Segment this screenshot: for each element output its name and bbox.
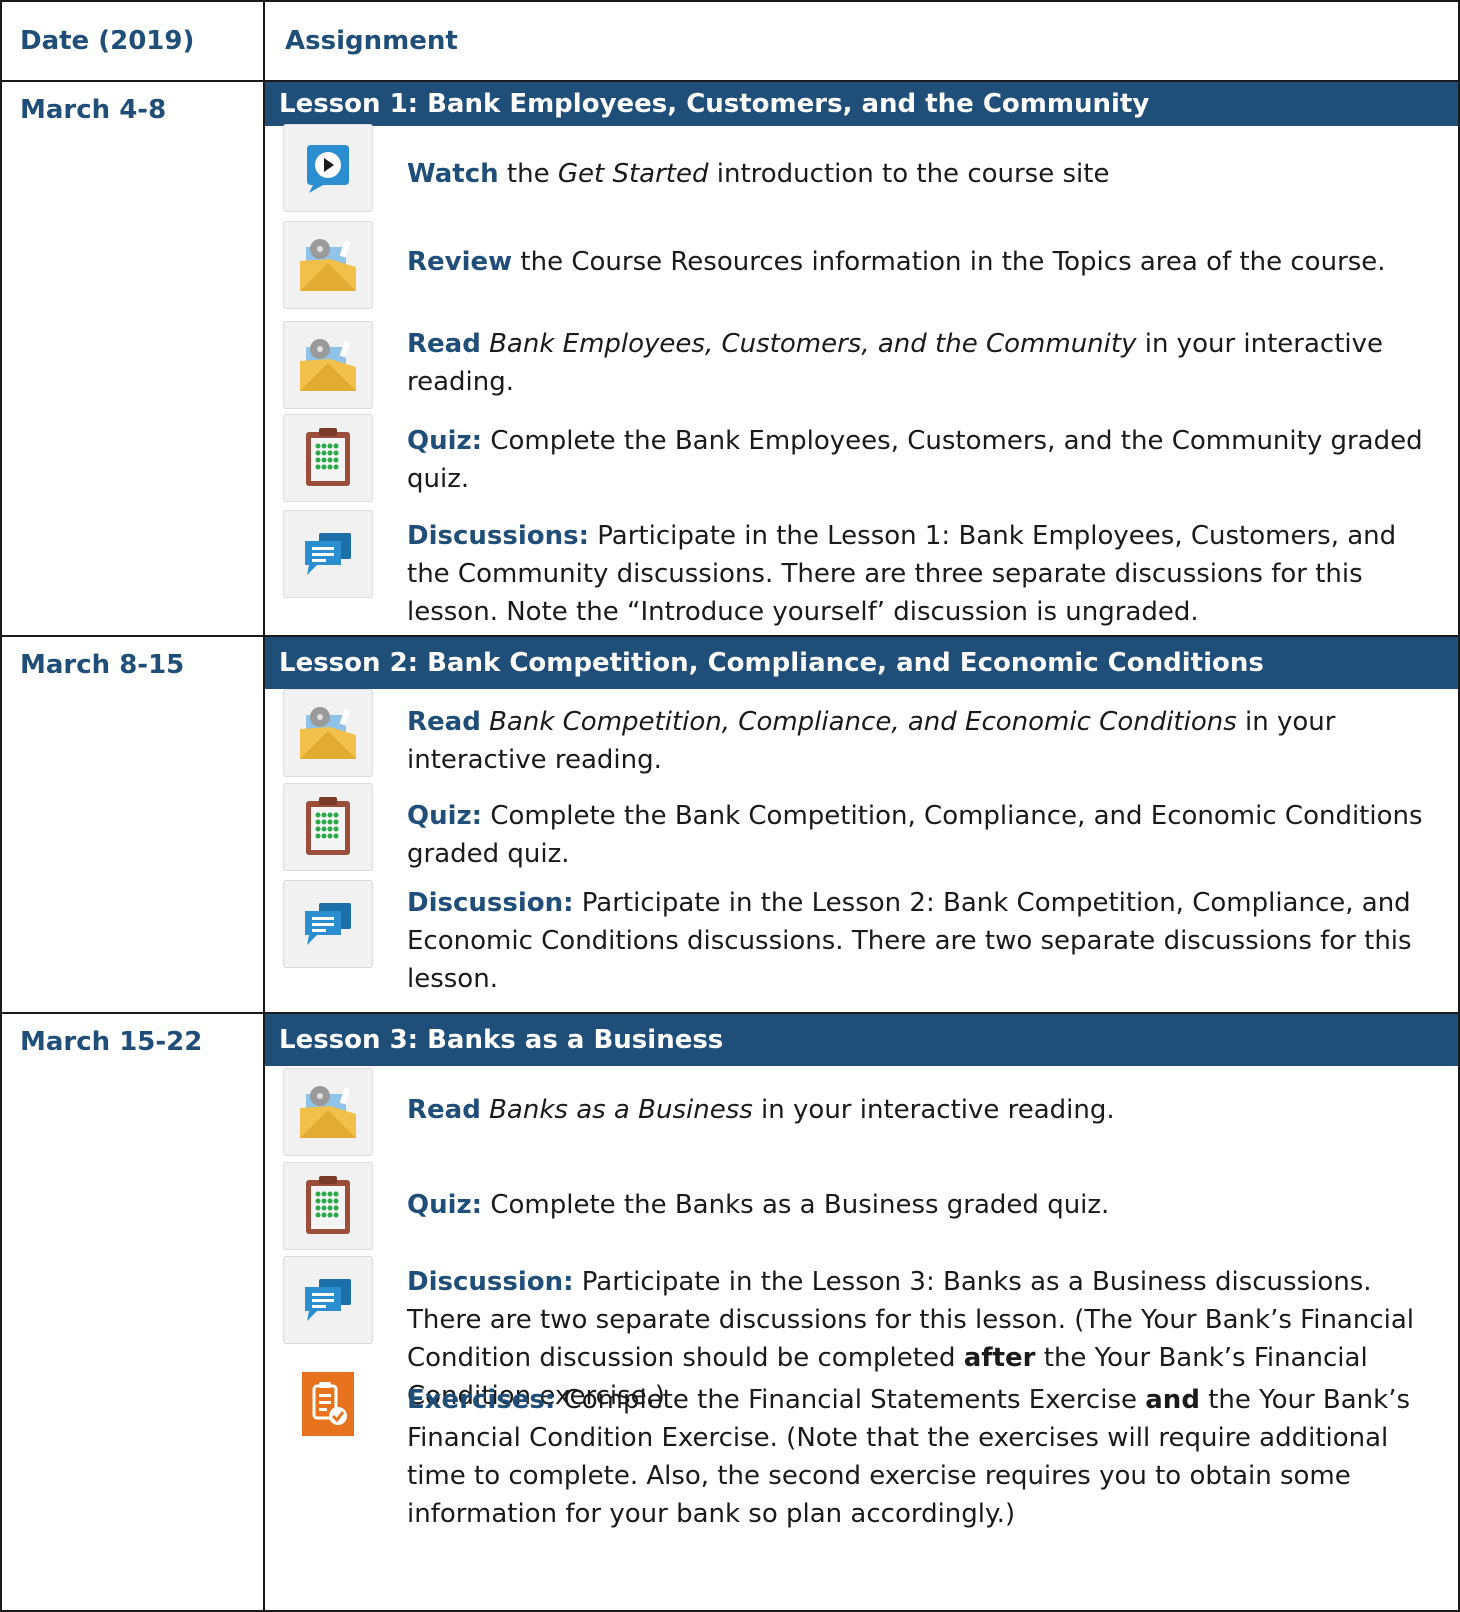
folder-icon: [283, 689, 373, 777]
assignment-task: Exercises: Complete the Financial Statem…: [407, 1381, 1442, 1533]
folder-icon: [283, 221, 373, 309]
task-action-verb: Read: [407, 329, 481, 359]
assignment-task: Read Bank Competition, Compliance, and E…: [407, 703, 1442, 779]
assignment-task: Watch the Get Started introduction to th…: [407, 155, 1442, 193]
task-action-verb: Discussions:: [407, 521, 589, 551]
task-reading-title: Banks as a Business: [489, 1095, 753, 1125]
task-text: Complete the Financial Statements Exerci…: [555, 1385, 1146, 1415]
task-text: [481, 329, 489, 359]
task-action-verb: Watch: [407, 159, 499, 189]
task-text: the: [498, 159, 558, 189]
exercise-checklist-icon: [283, 1360, 373, 1448]
quiz-clipboard-icon: [283, 783, 373, 871]
folder-icon: [283, 321, 373, 409]
quiz-clipboard-icon: [283, 1162, 373, 1250]
task-action-verb: Review: [407, 247, 513, 277]
task-reading-title: Get Started: [557, 159, 709, 189]
task-action-verb: Read: [407, 707, 481, 737]
column-divider: [263, 2, 265, 1610]
video-icon: [283, 124, 373, 212]
task-text: Complete the Bank Competition, Complianc…: [407, 801, 1423, 869]
lesson-title: Lesson 3: Banks as a Business: [279, 1025, 724, 1055]
assignment-task: Quiz: Complete the Banks as a Business g…: [407, 1186, 1442, 1224]
task-text: introduction to the course site: [708, 159, 1110, 189]
task-action-verb: Quiz:: [407, 426, 483, 456]
lesson-title-bar: Lesson 3: Banks as a Business: [265, 1014, 1458, 1066]
assignment-task: Review the Course Resources information …: [407, 243, 1442, 281]
lesson-date: March 4-8: [20, 95, 167, 125]
discussion-icon: [283, 510, 373, 598]
task-action-verb: Read: [407, 1095, 481, 1125]
folder-icon: [283, 1068, 373, 1156]
task-action-verb: Quiz:: [407, 801, 483, 831]
discussion-icon: [283, 880, 373, 968]
assignment-column-header: Assignment: [285, 26, 458, 56]
discussion-icon: [283, 1256, 373, 1344]
task-text: in your interactive reading.: [752, 1095, 1115, 1125]
task-text: Complete the Banks as a Business graded …: [482, 1190, 1110, 1220]
assignment-task: Discussion: Participate in the Lesson 2:…: [407, 884, 1442, 998]
quiz-clipboard-icon: [283, 414, 373, 502]
task-reading-title: Bank Employees, Customers, and the Commu…: [489, 329, 1137, 359]
task-text: Complete the Bank Employees, Customers, …: [407, 426, 1423, 494]
task-text: [481, 1095, 489, 1125]
lesson-date: March 15-22: [20, 1027, 203, 1057]
task-text: [481, 707, 489, 737]
assignment-task: Quiz: Complete the Bank Competition, Com…: [407, 797, 1442, 873]
lesson-title: Lesson 1: Bank Employees, Customers, and…: [279, 89, 1150, 119]
lesson-date: March 8-15: [20, 650, 185, 680]
task-reading-title: Bank Competition, Compliance, and Econom…: [489, 707, 1237, 737]
task-action-verb: Discussion:: [407, 888, 574, 918]
assignment-task: Quiz: Complete the Bank Employees, Custo…: [407, 422, 1442, 498]
date-column-header: Date (2019): [20, 26, 195, 56]
task-action-verb: Exercises:: [407, 1385, 556, 1415]
assignment-task: Discussions: Participate in the Lesson 1…: [407, 517, 1442, 631]
task-action-verb: Quiz:: [407, 1190, 483, 1220]
task-emphasis: and: [1145, 1385, 1200, 1415]
lesson-title-bar: Lesson 1: Bank Employees, Customers, and…: [265, 82, 1458, 126]
task-emphasis: after: [963, 1343, 1036, 1373]
task-text: the Course Resources information in the …: [512, 247, 1386, 277]
assignment-task: Read Bank Employees, Customers, and the …: [407, 325, 1442, 401]
task-action-verb: Discussion:: [407, 1267, 574, 1297]
assignment-task: Read Banks as a Business in your interac…: [407, 1091, 1442, 1129]
lesson-title: Lesson 2: Bank Competition, Compliance, …: [279, 648, 1264, 678]
lesson-title-bar: Lesson 2: Bank Competition, Compliance, …: [265, 637, 1458, 689]
